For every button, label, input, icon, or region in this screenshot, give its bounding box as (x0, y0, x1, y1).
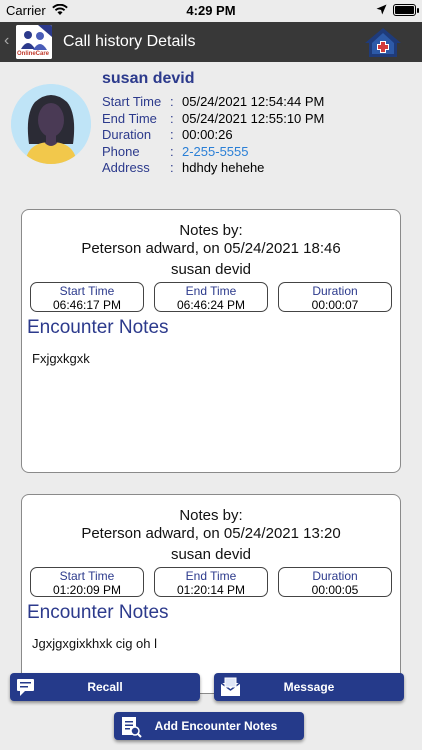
message-label: Message (283, 680, 335, 694)
end-time-value: 06:46:24 PM (176, 298, 246, 312)
notes-byline: Peterson adward, on 05/24/2021 13:20 (81, 525, 341, 542)
start-time-box: Start Time 06:46:17 PM (30, 282, 144, 312)
note-card: Notes by: Peterson adward, on 05/24/2021… (21, 494, 401, 694)
info-value: 05/24/2021 12:54:44 PM (182, 94, 325, 109)
info-separator: : (170, 160, 174, 175)
patient-name: susan devid (102, 70, 195, 87)
note-patient-name: susan devid (170, 546, 252, 563)
notes-by-label: Notes by: (179, 222, 243, 239)
location-arrow-icon (376, 4, 387, 15)
end-time-box: End Time 06:46:24 PM (154, 282, 268, 312)
encounter-notes-text: Fxjgxkgxk (32, 351, 90, 366)
info-value: 00:00:26 (182, 127, 233, 142)
encounter-notes-text: Jgxjgxgixkhxk cig oh l (32, 636, 157, 651)
home-icon[interactable] (363, 25, 403, 59)
duration-label: Duration (312, 284, 358, 298)
recall-label: Recall (87, 680, 123, 694)
notes-by-label: Notes by: (179, 507, 243, 524)
recall-button[interactable]: Recall (10, 673, 200, 701)
info-separator: : (170, 111, 174, 126)
duration-box: Duration 00:00:05 (278, 567, 392, 597)
phone-link[interactable]: 2-255-5555 (182, 144, 249, 159)
note-card: Notes by: Peterson adward, on 05/24/2021… (21, 209, 401, 473)
info-label: Phone (102, 144, 140, 159)
start-time-label: Start Time (59, 284, 115, 298)
duration-value: 00:00:07 (311, 298, 359, 312)
encounter-notes-title: Encounter Notes (27, 317, 169, 338)
start-time-label: Start Time (59, 569, 115, 583)
encounter-notes-title: Encounter Notes (27, 602, 169, 623)
start-time-value: 06:46:17 PM (52, 298, 122, 312)
start-time-value: 01:20:09 PM (52, 583, 122, 597)
end-time-value: 01:20:14 PM (176, 583, 246, 597)
info-separator: : (170, 94, 174, 109)
info-label: End Time (102, 111, 157, 126)
nav-bar: ‹ OnlineCare Call history Details (0, 22, 422, 62)
patient-avatar-icon (11, 84, 91, 164)
end-time-label: End Time (185, 284, 237, 298)
info-label: Start Time (102, 94, 162, 109)
duration-label: Duration (312, 569, 358, 583)
info-label: Duration (102, 127, 152, 142)
note-patient-name: susan devid (170, 261, 252, 278)
duration-box: Duration 00:00:07 (278, 282, 392, 312)
app-logo: OnlineCare (16, 25, 52, 59)
clock: 4:29 PM (186, 3, 236, 18)
info-value: hdhdy hehehe (182, 160, 265, 175)
info-label: Address (102, 160, 150, 175)
status-bar: Carrier 4:29 PM (0, 0, 422, 22)
message-button[interactable]: Message (214, 673, 404, 701)
chevron-left-icon[interactable]: ‹ (4, 32, 9, 50)
add-encounter-notes-button[interactable]: Add Encounter Notes (114, 712, 304, 740)
info-separator: : (170, 144, 174, 159)
info-separator: : (170, 127, 174, 142)
info-value: 05/24/2021 12:55:10 PM (182, 111, 325, 126)
duration-value: 00:00:05 (311, 583, 359, 597)
page-title: Call history Details (63, 33, 196, 50)
end-time-label: End Time (185, 569, 237, 583)
avatar (11, 84, 91, 164)
start-time-box: Start Time 01:20:09 PM (30, 567, 144, 597)
notes-byline: Peterson adward, on 05/24/2021 18:46 (81, 240, 341, 257)
add-encounter-notes-label: Add Encounter Notes (154, 719, 278, 733)
battery-icon (393, 4, 419, 16)
end-time-box: End Time 01:20:14 PM (154, 567, 268, 597)
logo-text: OnlineCare (17, 51, 50, 57)
